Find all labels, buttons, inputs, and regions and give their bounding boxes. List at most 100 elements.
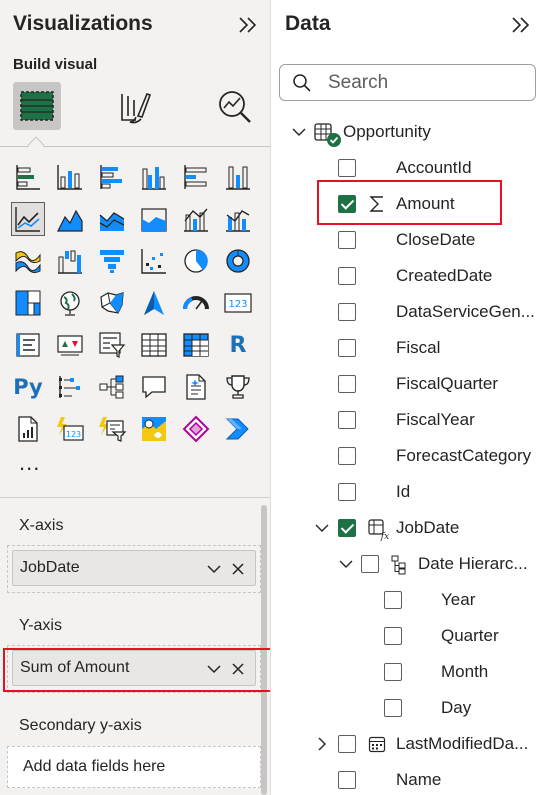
field-row-name[interactable]: Name bbox=[271, 762, 541, 795]
line-chart-icon[interactable] bbox=[11, 202, 45, 236]
field-row-createddate[interactable]: CreatedDate bbox=[271, 258, 541, 294]
collapse-visualizations-button[interactable] bbox=[234, 11, 262, 39]
field-row-dataservicegen[interactable]: DataServiceGen... bbox=[271, 294, 541, 330]
format-visual-tab[interactable] bbox=[110, 82, 158, 130]
funnel-chart-icon[interactable] bbox=[95, 244, 129, 278]
more-visuals-ellipsis[interactable]: ... bbox=[19, 452, 40, 474]
field-row-fiscal[interactable]: Fiscal bbox=[271, 330, 541, 366]
build-visual-icon bbox=[20, 91, 54, 121]
stacked-bar-chart-icon[interactable] bbox=[11, 160, 45, 194]
wells-scrollbar[interactable] bbox=[261, 505, 267, 795]
python-visual-icon[interactable]: Py bbox=[11, 370, 45, 404]
field-checkbox-checked[interactable] bbox=[338, 195, 356, 213]
qna-visual-icon[interactable] bbox=[137, 370, 171, 404]
field-row-closedate[interactable]: CloseDate bbox=[271, 222, 541, 258]
key-influencers-icon[interactable] bbox=[53, 370, 87, 404]
clustered-bar-chart-icon[interactable] bbox=[95, 160, 129, 194]
100-stacked-area-chart-icon[interactable] bbox=[137, 202, 171, 236]
level-checkbox[interactable] bbox=[384, 663, 402, 681]
level-checkbox[interactable] bbox=[384, 699, 402, 717]
chevron-down-icon[interactable] bbox=[205, 560, 223, 578]
goals-trophy-icon[interactable] bbox=[221, 370, 255, 404]
field-checkbox[interactable] bbox=[338, 339, 356, 357]
arcgis-map-icon[interactable] bbox=[137, 412, 171, 446]
power-apps-icon[interactable] bbox=[179, 412, 213, 446]
clustered-column-chart-icon[interactable] bbox=[137, 160, 171, 194]
analytics-tab[interactable] bbox=[210, 82, 258, 130]
chevron-down-icon[interactable] bbox=[314, 520, 330, 536]
close-icon[interactable] bbox=[229, 660, 247, 678]
close-icon[interactable] bbox=[229, 560, 247, 578]
map-globe-icon[interactable] bbox=[53, 286, 87, 320]
field-checkbox[interactable] bbox=[338, 735, 356, 753]
field-row-id[interactable]: Id bbox=[271, 474, 541, 510]
100-stacked-column-chart-icon[interactable] bbox=[221, 160, 255, 194]
chevron-right-icon[interactable] bbox=[314, 736, 330, 752]
field-checkbox[interactable] bbox=[338, 267, 356, 285]
100-stacked-bar-chart-icon[interactable] bbox=[179, 160, 213, 194]
multi-row-card-icon[interactable] bbox=[11, 328, 45, 362]
hierarchy-level-day[interactable]: Day bbox=[271, 690, 541, 726]
smart-narrative-icon[interactable] bbox=[179, 370, 213, 404]
decomposition-tree-icon[interactable] bbox=[95, 370, 129, 404]
matrix-icon[interactable] bbox=[179, 328, 213, 362]
ribbon-chart-icon[interactable] bbox=[11, 244, 45, 278]
date-hierarchy-row[interactable]: Date Hierarc... bbox=[271, 546, 541, 582]
stacked-area-chart-icon[interactable] bbox=[95, 202, 129, 236]
collapse-data-button[interactable] bbox=[507, 11, 535, 39]
field-row-accountid[interactable]: AccountId bbox=[271, 150, 541, 186]
table-opportunity[interactable]: Opportunity bbox=[271, 114, 541, 150]
treemap-icon[interactable] bbox=[11, 286, 45, 320]
search-input[interactable] bbox=[328, 71, 528, 95]
power-apps-slicer-icon[interactable] bbox=[95, 412, 129, 446]
secondary-y-axis-drop-zone[interactable]: Add data fields here bbox=[7, 746, 261, 788]
scatter-chart-icon[interactable] bbox=[137, 244, 171, 278]
field-checkbox[interactable] bbox=[338, 411, 356, 429]
search-box[interactable] bbox=[279, 64, 536, 101]
field-checkbox[interactable] bbox=[338, 159, 356, 177]
field-checkbox[interactable] bbox=[338, 231, 356, 249]
field-row-forecastcategory[interactable]: ForecastCategory bbox=[271, 438, 541, 474]
kpi-icon[interactable] bbox=[53, 328, 87, 362]
power-automate-icon[interactable] bbox=[221, 412, 255, 446]
donut-chart-icon[interactable] bbox=[221, 244, 255, 278]
line-and-clustered-column-chart-icon[interactable] bbox=[221, 202, 255, 236]
y-axis-field-pill[interactable]: Sum of Amount bbox=[12, 650, 256, 686]
hierarchy-level-year[interactable]: Year bbox=[271, 582, 541, 618]
field-checkbox-checked[interactable] bbox=[338, 519, 356, 537]
azure-map-icon[interactable] bbox=[137, 286, 171, 320]
field-checkbox[interactable] bbox=[338, 771, 356, 789]
level-checkbox[interactable] bbox=[384, 591, 402, 609]
r-script-visual-icon[interactable]: R bbox=[221, 328, 255, 362]
stacked-column-chart-icon[interactable] bbox=[53, 160, 87, 194]
power-apps-card-icon[interactable]: 123 bbox=[53, 412, 87, 446]
field-checkbox[interactable] bbox=[338, 375, 356, 393]
table-icon[interactable] bbox=[137, 328, 171, 362]
level-checkbox[interactable] bbox=[384, 627, 402, 645]
field-row-lastmodifieddate[interactable]: LastModifiedDa... bbox=[271, 726, 541, 762]
field-checkbox[interactable] bbox=[338, 483, 356, 501]
waterfall-chart-icon[interactable] bbox=[53, 244, 87, 278]
chevron-down-icon[interactable] bbox=[338, 556, 354, 572]
filled-map-icon[interactable] bbox=[95, 286, 129, 320]
line-and-stacked-column-chart-icon[interactable] bbox=[179, 202, 213, 236]
field-row-fiscalyear[interactable]: FiscalYear bbox=[271, 402, 541, 438]
field-checkbox[interactable] bbox=[338, 447, 356, 465]
hierarchy-level-quarter[interactable]: Quarter bbox=[271, 618, 541, 654]
paginated-report-icon[interactable] bbox=[11, 412, 45, 446]
field-row-jobdate[interactable]: fx JobDate bbox=[271, 510, 541, 546]
build-visual-tab[interactable] bbox=[13, 82, 61, 130]
x-axis-field-pill[interactable]: JobDate bbox=[12, 550, 256, 586]
chevron-down-icon[interactable] bbox=[291, 124, 307, 140]
card-icon[interactable]: 123 bbox=[221, 286, 255, 320]
gauge-icon[interactable] bbox=[179, 286, 213, 320]
hierarchy-checkbox[interactable] bbox=[361, 555, 379, 573]
field-row-fiscalquarter[interactable]: FiscalQuarter bbox=[271, 366, 541, 402]
field-row-amount[interactable]: Amount bbox=[271, 186, 541, 222]
field-checkbox[interactable] bbox=[338, 303, 356, 321]
chevron-down-icon[interactable] bbox=[205, 660, 223, 678]
area-chart-icon[interactable] bbox=[53, 202, 87, 236]
hierarchy-level-month[interactable]: Month bbox=[271, 654, 541, 690]
pie-chart-icon[interactable] bbox=[179, 244, 213, 278]
slicer-icon[interactable] bbox=[95, 328, 129, 362]
